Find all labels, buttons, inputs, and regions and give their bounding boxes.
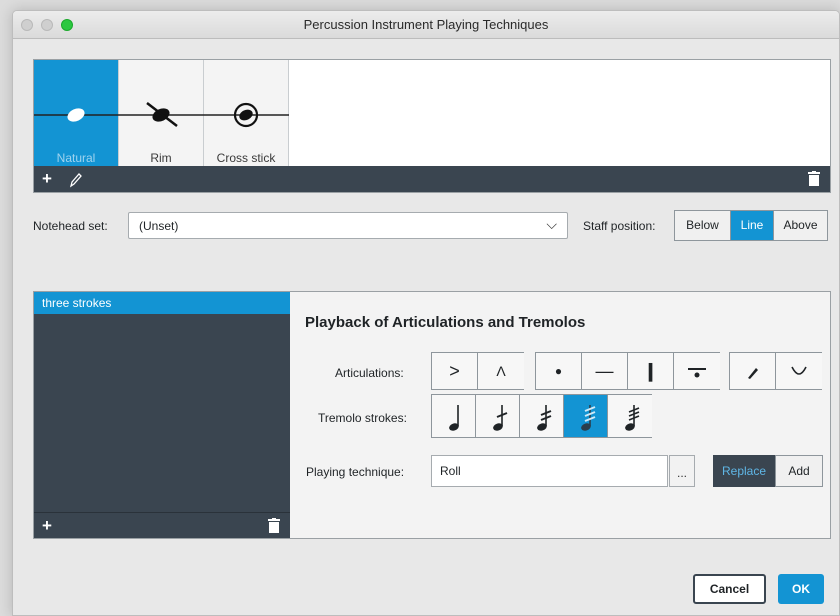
technique-list: three strokes + [34,292,290,538]
tremolo-4-strokes-icon[interactable] [607,394,652,438]
delete-item-icon[interactable] [268,518,280,537]
articulation-group-1: > Λ [431,352,524,390]
list-item[interactable]: three strokes [34,292,290,314]
list-toolbar: + [34,512,290,538]
articulation-group-3 [729,352,822,390]
playing-technique-field[interactable]: Roll [431,455,668,487]
technique-label: Rim [150,151,172,165]
technique-tile-rim[interactable]: Rim [119,60,204,167]
cancel-button[interactable]: Cancel [693,574,766,604]
window-title: Percussion Instrument Playing Techniques [303,17,549,32]
tenuto-icon[interactable]: — [581,352,627,390]
add-button[interactable]: Add [775,455,823,487]
technique-tile-natural[interactable]: Natural [34,60,119,167]
playing-technique-value: Roll [440,464,461,478]
chevron-down-icon: ⌵ [546,216,557,232]
staccatissimo-icon[interactable]: ❙ [627,352,673,390]
staff-position-below[interactable]: Below [675,211,731,240]
staccato-icon[interactable]: ● [535,352,581,390]
technique-tile-cross-stick[interactable]: Cross stick [204,60,289,167]
notehead-set-label: Notehead set: [33,219,108,233]
technique-label: Cross stick [216,151,276,165]
staff-position-line[interactable]: Line [731,211,774,240]
tremolo-3-strokes-icon[interactable] [563,394,607,438]
tenuto-staccato-icon[interactable] [673,352,720,390]
tremolo-strokes-label: Tremolo strokes: [318,411,407,425]
tremolo-1-stroke-icon[interactable] [475,394,519,438]
notehead-set-select[interactable]: (Unset) ⌵ [128,212,568,239]
browse-button[interactable]: ... [669,455,695,487]
playing-technique-label: Playing technique: [306,465,405,479]
staff-position-above[interactable]: Above [774,211,827,240]
panel-heading: Playback of Articulations and Tremolos [305,314,586,331]
technique-gallery: Natural Rim Cross stick + [33,59,831,193]
unstress-icon[interactable] [775,352,822,390]
replace-button[interactable]: Replace [713,455,775,487]
accent-icon[interactable]: > [431,352,477,390]
stress-icon[interactable] [729,352,775,390]
title-bar: Percussion Instrument Playing Techniques [13,11,839,39]
tremolo-group [431,394,652,438]
add-technique-icon[interactable]: + [42,170,52,187]
delete-technique-icon[interactable] [808,171,820,190]
technique-label: Natural [56,151,96,165]
tremolo-2-strokes-icon[interactable] [519,394,563,438]
notehead-set-value: (Unset) [139,219,179,233]
marcato-icon[interactable]: Λ [477,352,524,390]
add-item-icon[interactable]: + [42,517,52,534]
articulations-label: Articulations: [335,366,404,380]
dialog-window: Percussion Instrument Playing Techniques… [12,10,840,616]
ok-button[interactable]: OK [778,574,824,604]
staff-position-label: Staff position: [583,219,656,233]
technique-toolbar: + [34,166,830,192]
articulation-group-2: ● — ❙ [535,352,720,390]
edit-technique-icon[interactable] [68,172,82,191]
staff-position-segmented: Below Line Above [674,210,828,241]
tremolo-0-strokes-icon[interactable] [431,394,475,438]
